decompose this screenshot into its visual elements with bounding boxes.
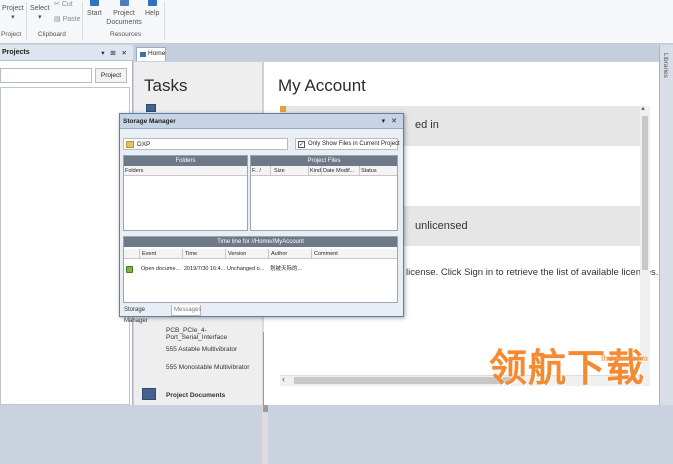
status-icon — [280, 106, 286, 112]
license-message: license. Click Sign in to retrieve the l… — [406, 267, 659, 278]
scroll-up-icon[interactable]: ▲ — [640, 106, 646, 112]
start-icon — [89, 0, 99, 6]
cut-button[interactable]: ✂ Cut — [54, 0, 73, 9]
storage-path-field[interactable]: DXP — [123, 138, 288, 150]
projects-tree[interactable] — [0, 87, 130, 405]
storage-manager-tabs: Storage Manager Messages — [120, 305, 403, 324]
tab-home-label: Home — [148, 50, 166, 57]
column-header-event[interactable]: Event — [141, 249, 183, 259]
only-show-current-label: Only Show Files in Current Project — [308, 141, 400, 147]
project-documents-icon — [142, 388, 156, 400]
document-tab-strip: Home — [134, 45, 659, 61]
libraries-label: Libraries — [662, 53, 669, 78]
tab-messages[interactable]: Messages — [171, 305, 201, 316]
timeline-column-header: Event Time Version Author Comment — [124, 249, 397, 259]
timeline-event: Open docume... — [141, 266, 181, 272]
task-item[interactable]: PCB_PCIe_4-Port_Serial_Interface — [166, 327, 262, 341]
signed-in-text: ed in — [415, 119, 439, 131]
project-files-column-header: F.. / Size Kind Date Modif... Status — [251, 166, 397, 176]
only-show-current-checkbox[interactable]: ✓ Only Show Files in Current Project — [295, 138, 400, 150]
my-account-title: My Account — [278, 76, 366, 95]
watermark-url: lhdown.com — [601, 354, 648, 363]
column-header-date-modified[interactable]: Date Modif... — [322, 166, 360, 176]
folders-pane[interactable]: Folders Folders — [123, 155, 248, 231]
storage-manager-title: Storage Manager — [123, 118, 176, 125]
panel-controls-icon[interactable]: ▾ ⊞ ✕ — [101, 49, 129, 57]
column-header-folders[interactable]: Folders — [124, 166, 247, 176]
documents-icon — [119, 0, 129, 6]
column-header-file[interactable]: F.. / — [251, 166, 271, 176]
storage-manager-title-bar[interactable]: Storage Manager ▾ ✕ — [120, 114, 403, 129]
project-ribbon-button[interactable]: Project ▾ — [2, 4, 24, 22]
help-ribbon-label: Help — [145, 10, 160, 17]
projects-panel-title: Projects ▾ ⊞ ✕ — [0, 45, 133, 61]
help-ribbon-button[interactable]: Help — [145, 0, 159, 18]
timeline-version: Unchanged o... — [227, 266, 265, 272]
ribbon-separator — [164, 2, 165, 40]
task-item[interactable]: 555 Astable Multivibrator — [166, 346, 237, 353]
select-ribbon-label: Select — [30, 5, 50, 12]
folders-pane-header: Folders — [124, 156, 247, 166]
folder-icon — [126, 141, 134, 148]
project-documents-ribbon-label: Project Documents — [106, 10, 142, 26]
paste-label: Paste — [62, 16, 81, 23]
help-icon — [147, 0, 157, 6]
tab-home[interactable]: Home — [136, 47, 166, 61]
timeline-author: 划被天际的... — [270, 266, 303, 272]
timeline-time: 2019/7/30 16:4... — [184, 266, 226, 272]
paste-button[interactable]: ▤ Paste — [54, 15, 80, 24]
folders-column-header: Folders — [124, 166, 247, 176]
task-icon — [146, 104, 156, 112]
column-header-status[interactable]: Status — [360, 166, 397, 176]
project-documents-ribbon-button[interactable]: Project Documents — [105, 0, 143, 27]
timeline-pane-header: Time line for //Home//MyAccount — [124, 237, 397, 247]
unlicensed-text: unlicensed — [415, 220, 468, 232]
libraries-panel-tab[interactable]: Libraries — [659, 45, 673, 405]
scroll-left-icon[interactable]: ‹ — [282, 374, 285, 384]
column-header-time[interactable]: Time — [184, 249, 226, 259]
tab-storage-manager[interactable]: Storage Manager — [122, 305, 170, 324]
project-ribbon-label: Project — [2, 5, 24, 12]
projects-title-text: Projects — [2, 49, 30, 56]
projects-search-input[interactable] — [0, 68, 92, 83]
chevron-down-icon: ▾ — [37, 14, 42, 21]
watermark-logo: 领航下载 — [489, 346, 646, 390]
chevron-down-icon: ▾ — [11, 14, 15, 21]
column-header-comment[interactable]: Comment — [313, 249, 397, 259]
project-files-pane-header: Project Files — [251, 156, 397, 166]
table-row[interactable]: Open docume... 2019/7/30 16:4... Unchang… — [124, 264, 397, 274]
project-button[interactable]: Project — [95, 68, 127, 83]
account-horizontal-scrollbar-thumb[interactable] — [294, 377, 514, 384]
projects-panel: Projects ▾ ⊞ ✕ Project — [0, 45, 133, 405]
column-header-version[interactable]: Version — [227, 249, 269, 259]
ribbon-separator — [82, 2, 83, 40]
project-documents-section[interactable]: Project Documents — [166, 392, 225, 399]
ribbon-group-resources: Resources — [110, 31, 142, 38]
storage-manager-panel: Storage Manager ▾ ✕ DXP ✓ Only Show File… — [119, 113, 404, 324]
column-header-icon — [124, 249, 140, 259]
cut-label: Cut — [61, 1, 73, 8]
panel-controls-icon[interactable]: ▾ ✕ — [382, 117, 399, 125]
account-vertical-scrollbar-thumb[interactable] — [642, 116, 648, 270]
timeline-pane[interactable]: Time line for //Home//MyAccount Event Ti… — [123, 236, 398, 303]
home-icon — [140, 52, 146, 57]
task-item[interactable]: 555 Monostable Multivibrator — [166, 364, 249, 371]
column-header-kind[interactable]: Kind — [309, 166, 322, 176]
ribbon: Project ▾ Select ▾ ✂ Cut ▤ Paste Start P… — [0, 0, 673, 44]
scissors-icon: ✂ — [54, 1, 60, 8]
storage-path-value: DXP — [137, 141, 151, 148]
ribbon-group-clipboard: Clipboard — [38, 31, 66, 38]
column-header-size[interactable]: Size — [273, 166, 309, 176]
start-ribbon-label: Start — [87, 10, 102, 17]
checkmark-icon: ✓ — [298, 141, 305, 148]
start-ribbon-button[interactable]: Start — [87, 0, 102, 18]
tasks-title: Tasks — [144, 76, 188, 95]
ribbon-separator — [26, 2, 27, 40]
select-ribbon-button[interactable]: Select ▾ — [30, 4, 49, 22]
project-files-pane[interactable]: Project Files F.. / Size Kind Date Modif… — [250, 155, 398, 231]
clipboard-icon: ▤ — [54, 16, 61, 23]
column-header-author[interactable]: Author — [270, 249, 312, 259]
ribbon-group-project: Project — [1, 31, 22, 38]
